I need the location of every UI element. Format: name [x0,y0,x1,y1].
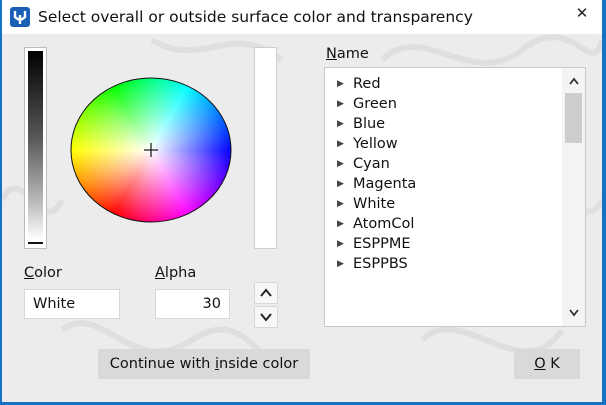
alpha-label: Alpha [155,265,197,281]
brightness-slider[interactable] [24,47,47,249]
close-button[interactable]: ✕ [570,3,594,25]
scroll-down-button[interactable] [562,304,585,322]
color-field[interactable]: White [24,289,120,319]
list-item[interactable]: ▶ Yellow [337,134,398,154]
window-title: Select overall or outside surface color … [38,8,473,26]
expand-arrow-icon: ▶ [337,199,344,209]
expand-arrow-icon: ▶ [337,259,344,269]
list-item[interactable]: ▶ White [337,194,395,214]
title-bar: Select overall or outside surface color … [2,0,602,34]
chevron-down-icon [260,313,272,322]
ok-button[interactable]: O K [514,349,580,379]
expand-arrow-icon: ▶ [337,159,344,169]
name-label: Name [326,46,369,62]
list-item[interactable]: ▶ ESPPBS [337,254,408,274]
color-dialog: Select overall or outside surface color … [2,0,602,402]
brightness-gradient [28,51,43,240]
alpha-decrease-button[interactable] [254,306,278,328]
chevron-up-icon [568,77,579,85]
chevron-up-icon [260,288,272,297]
continue-inside-color-button[interactable]: Continue with inside color [98,349,310,379]
brightness-marker[interactable] [28,242,43,244]
list-item[interactable]: ▶ Cyan [337,154,390,174]
chevron-down-icon [568,309,579,317]
name-list[interactable]: ▶ Red ▶ Green ▶ Blue ▶ Yellow ▶ Cyan ▶ Magenta… [324,67,586,327]
alpha-field[interactable]: 30 [155,289,230,319]
app-logo-icon [10,7,30,27]
alpha-increase-button[interactable] [254,282,278,304]
expand-arrow-icon: ▶ [337,139,344,149]
list-item[interactable]: ▶ Red [337,74,381,94]
list-item[interactable]: ▶ Green [337,94,397,114]
expand-arrow-icon: ▶ [337,99,344,109]
expand-arrow-icon: ▶ [337,219,344,229]
scroll-up-button[interactable] [562,72,585,90]
expand-arrow-icon: ▶ [337,179,344,189]
list-item[interactable]: ▶ Blue [337,114,385,134]
color-label: Color [24,265,62,281]
list-item[interactable]: ▶ ESPPME [337,234,411,254]
expand-arrow-icon: ▶ [337,119,344,129]
scrollbar-thumb[interactable] [565,93,582,143]
expand-arrow-icon: ▶ [337,79,344,89]
expand-arrow-icon: ▶ [337,239,344,249]
color-wheel[interactable] [70,77,232,223]
list-item[interactable]: ▶ Magenta [337,174,416,194]
color-wheel-graphic [70,77,232,223]
list-scrollbar[interactable] [562,68,585,326]
list-item[interactable]: ▶ AtomCol [337,214,414,234]
alpha-preview-bar[interactable] [254,47,277,249]
